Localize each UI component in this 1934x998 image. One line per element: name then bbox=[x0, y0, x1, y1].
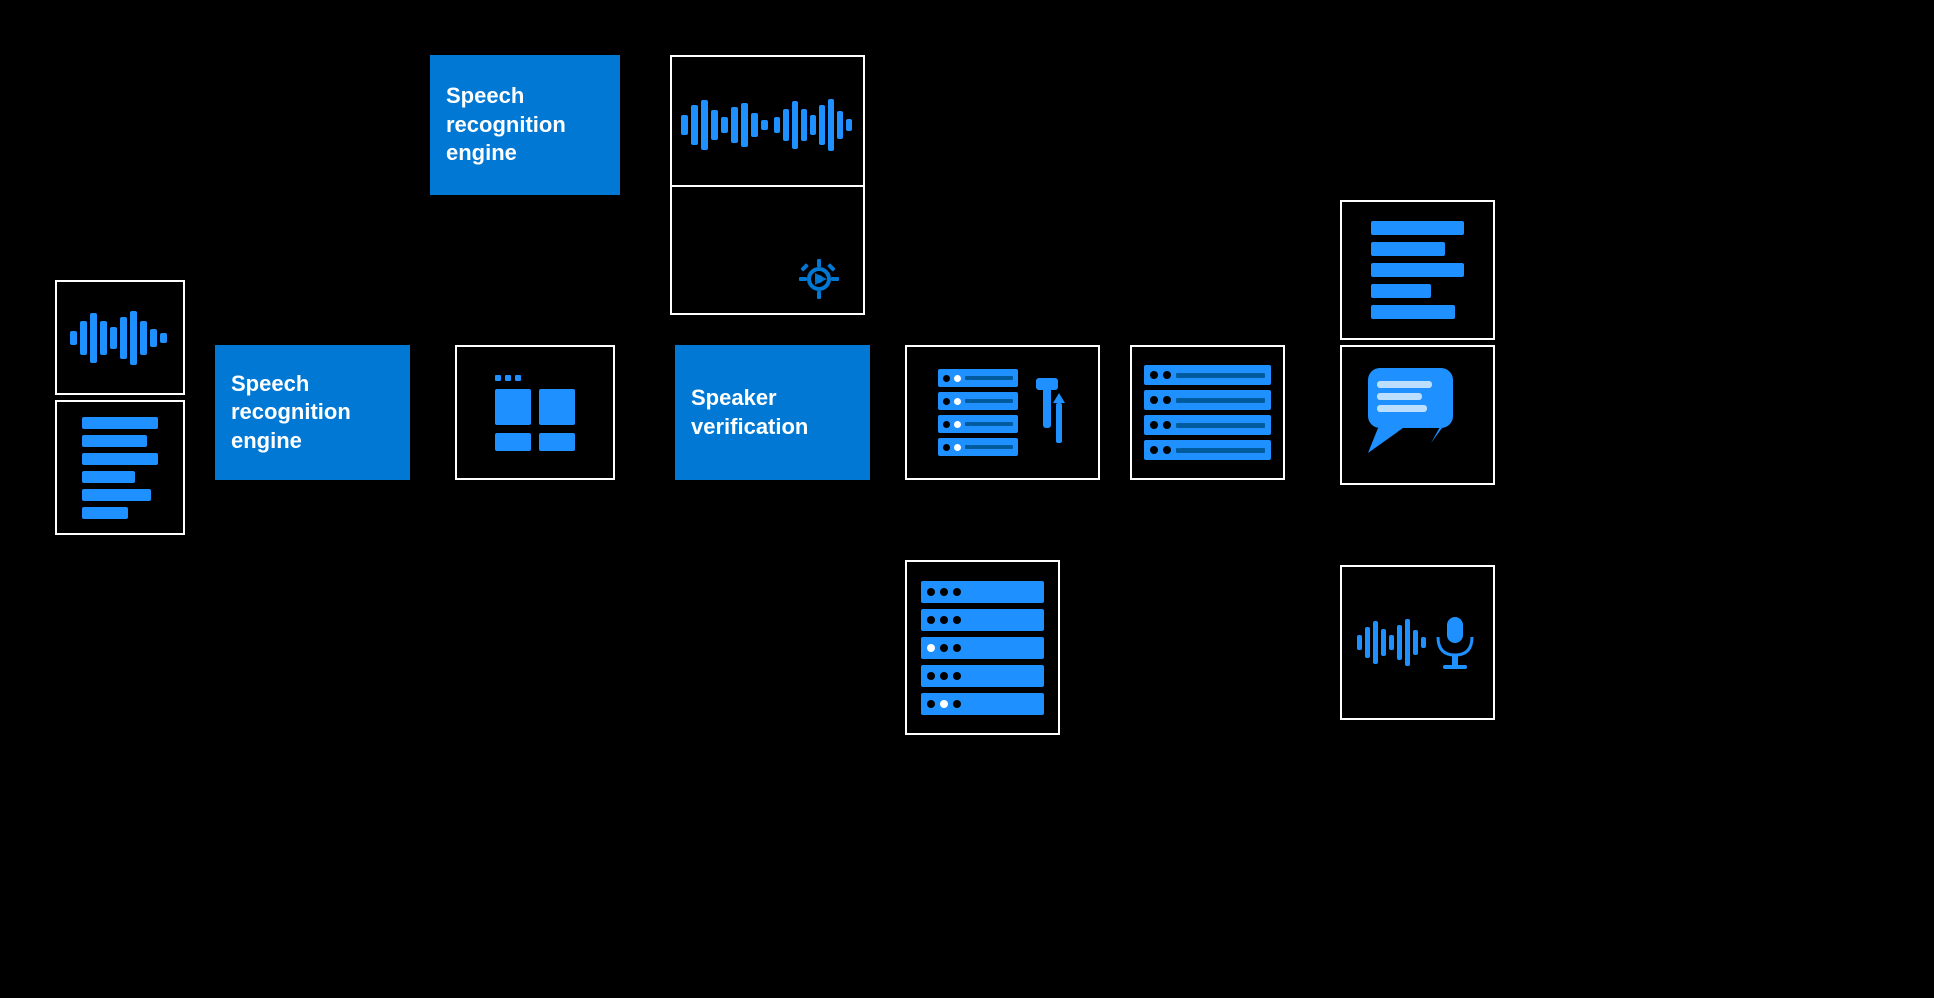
app-windows-icon bbox=[481, 361, 589, 465]
gear-icon bbox=[797, 257, 841, 301]
tools-icon bbox=[1028, 373, 1068, 453]
server-plain-card bbox=[1130, 345, 1285, 480]
server-tools-card bbox=[905, 345, 1100, 480]
audio-waveform-top-card bbox=[670, 55, 865, 195]
chat-bubble-icon bbox=[1363, 363, 1473, 468]
speech-engine-mid-label: Speech recognition engine bbox=[215, 360, 410, 466]
server-plain-icon bbox=[1132, 353, 1283, 472]
audio-waveform-left-card bbox=[55, 280, 185, 395]
speaker-verification-label: Speaker verification bbox=[675, 374, 870, 451]
server-tools-icon bbox=[928, 359, 1078, 466]
speech-engine-top-label: Speech recognition engine bbox=[430, 72, 620, 178]
document-left-icon bbox=[70, 405, 171, 531]
document-left-card bbox=[55, 400, 185, 535]
speech-recognition-engine-top-card: Speech recognition engine bbox=[430, 55, 620, 195]
document-right-top-icon bbox=[1357, 207, 1478, 333]
app-windows-card bbox=[455, 345, 615, 480]
chat-bubble-card bbox=[1340, 345, 1495, 485]
server-bottom-icon bbox=[907, 567, 1058, 729]
document-right-top-card bbox=[1340, 200, 1495, 340]
speech-mic-icon bbox=[1347, 605, 1488, 680]
training-data-card: Training data pre-processing bbox=[670, 185, 865, 315]
training-data-label: Training data pre-processing bbox=[684, 200, 835, 243]
server-bottom-card bbox=[905, 560, 1060, 735]
speaker-verification-card: Speaker verification bbox=[675, 345, 870, 480]
audio-waveform-left-icon bbox=[70, 303, 170, 373]
audio-waveform-top-icon bbox=[681, 95, 854, 155]
speech-mic-card bbox=[1340, 565, 1495, 720]
speech-recognition-engine-mid-card: Speech recognition engine bbox=[215, 345, 410, 480]
